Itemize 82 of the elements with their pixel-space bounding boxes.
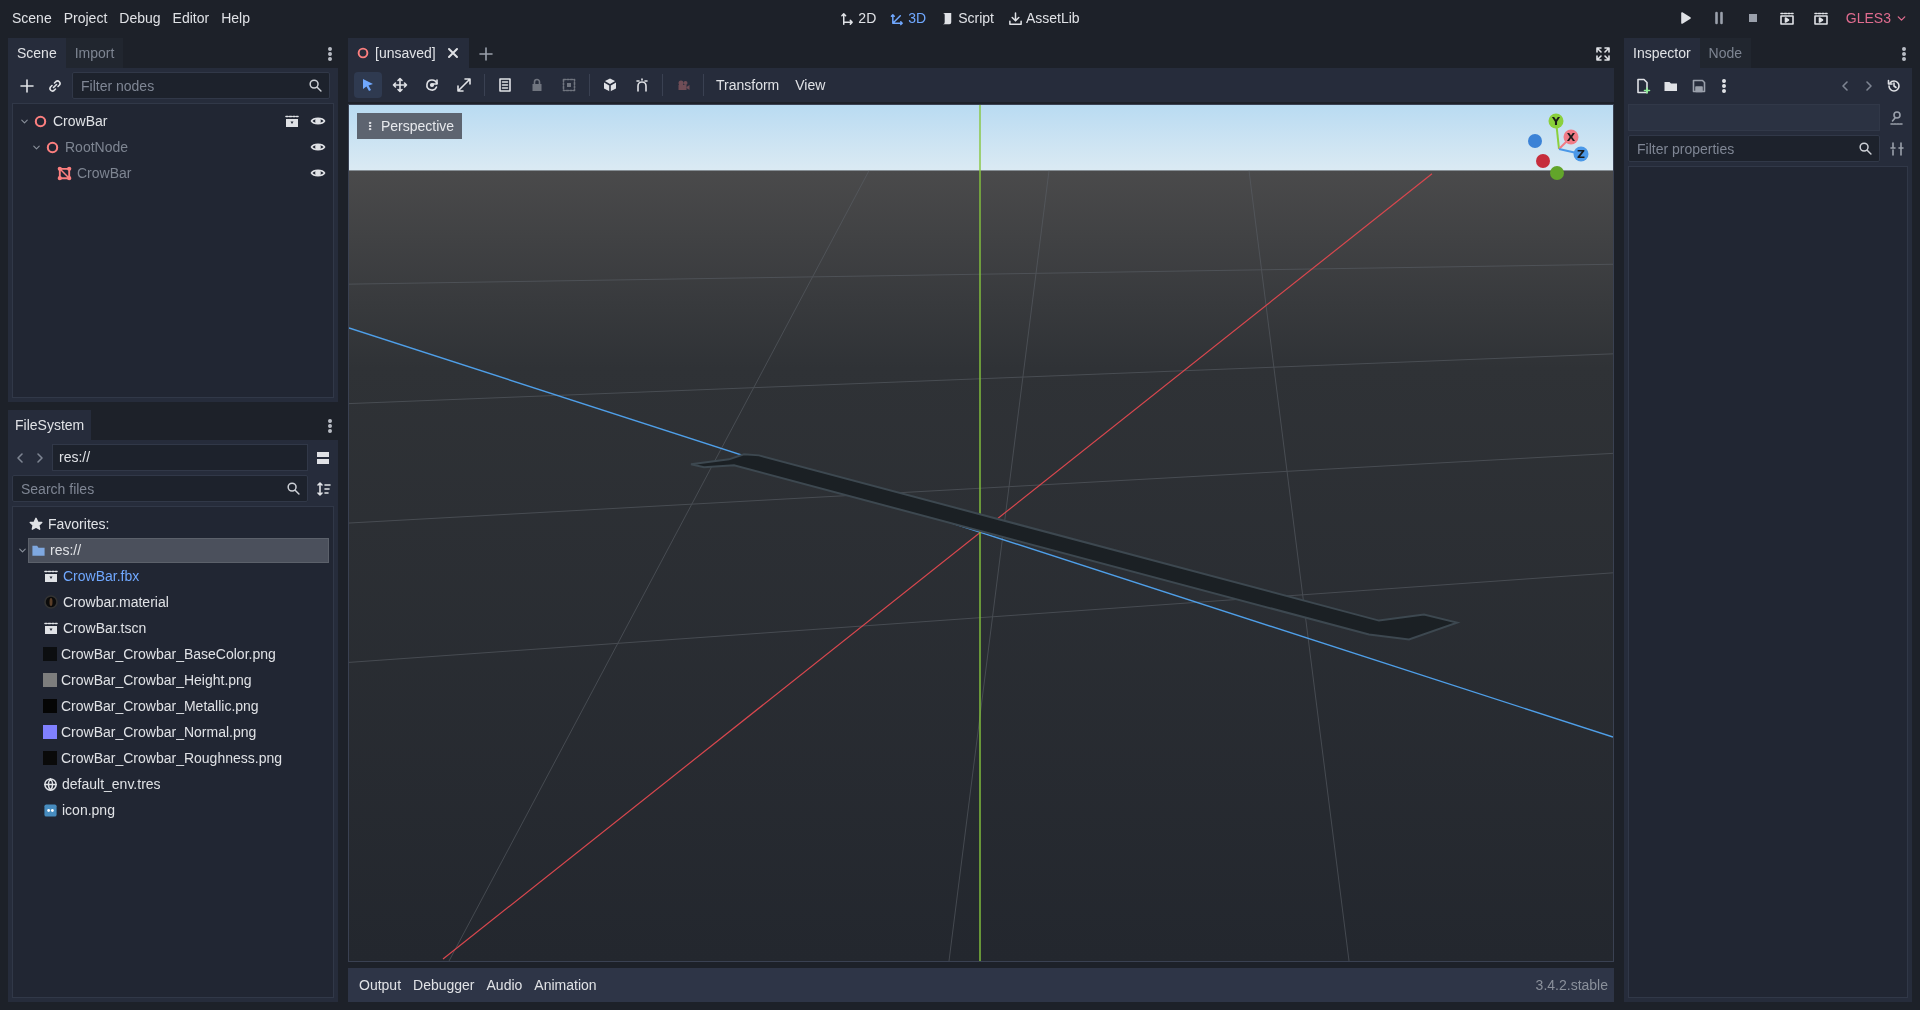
plus-icon	[19, 77, 35, 94]
star-icon	[29, 517, 43, 531]
menu-item[interactable]: Editor	[166, 4, 216, 32]
search-icon	[1858, 141, 1873, 156]
node-label[interactable]: RootNode	[65, 136, 129, 158]
axes-2d-icon	[840, 10, 856, 26]
file-item[interactable]: Crowbar.material	[63, 591, 169, 613]
bottom-tab[interactable]: Animation	[529, 972, 602, 998]
search-field[interactable]: Search files	[12, 475, 308, 502]
robot-icon	[43, 802, 58, 818]
cube-icon	[602, 77, 618, 93]
folder-item[interactable]: res://	[28, 537, 329, 563]
node-label[interactable]: CrowBar	[77, 162, 132, 184]
globe-icon	[43, 776, 58, 792]
workspace-tab[interactable]: 3D	[890, 4, 927, 32]
perspective-menu[interactable]: Perspective	[357, 113, 463, 139]
file-item[interactable]: CrowBar_Crowbar_Height.png	[61, 669, 252, 691]
renderer-dropdown[interactable]: GLES3	[1845, 7, 1908, 29]
clapper-icon	[43, 568, 59, 584]
workspace-tab[interactable]: AssetLib	[1007, 4, 1080, 32]
sort-icon	[316, 480, 332, 497]
sphere-icon	[43, 594, 59, 610]
history-icon	[1886, 78, 1902, 94]
clapperboard-icon	[1812, 10, 1829, 26]
node-icon	[45, 139, 60, 155]
workspace-tab[interactable]: Script	[940, 4, 994, 32]
dock-tab[interactable]: Inspector	[1624, 38, 1700, 68]
version-label: 3.4.2.stable	[1535, 975, 1608, 995]
file-item[interactable]: CrowBar_Crowbar_Normal.png	[61, 721, 257, 743]
menu-item[interactable]: Help	[215, 4, 256, 32]
list-icon	[497, 77, 513, 93]
toolbar-menu[interactable]: View	[787, 72, 834, 98]
file-item[interactable]: CrowBar_Crowbar_Metallic.png	[61, 695, 259, 717]
bottom-tab[interactable]: Debugger	[408, 972, 480, 998]
move-icon	[392, 77, 408, 93]
favorites-label[interactable]: Favorites:	[48, 513, 110, 535]
fullscreen-icon	[1595, 46, 1611, 62]
filter-field[interactable]: Filter nodes	[72, 72, 330, 99]
dock-tab[interactable]: Import	[65, 38, 124, 68]
save-icon	[1691, 78, 1707, 94]
scale-icon	[456, 77, 472, 93]
toolbar-menu[interactable]: Transform	[708, 72, 788, 98]
search-icon	[286, 481, 301, 496]
chain-link-icon	[47, 77, 63, 94]
file-item[interactable]: CrowBar_Crowbar_Roughness.png	[61, 747, 282, 769]
dock-tab[interactable]: Node	[1699, 38, 1752, 68]
group-icon	[561, 77, 577, 93]
clapperboard-icon	[1778, 10, 1795, 26]
bottom-tab[interactable]: Output	[354, 972, 407, 998]
magnifier-icon	[1889, 109, 1905, 126]
menu-item[interactable]: Project	[57, 4, 114, 32]
editor-tab[interactable]: [unsaved]	[348, 38, 469, 68]
path-field[interactable]: res://	[52, 444, 308, 471]
split-view-icon	[315, 449, 331, 466]
node-icon	[33, 113, 48, 129]
plus-icon	[477, 46, 494, 62]
file-item[interactable]: icon.png	[62, 799, 115, 821]
dock-tab[interactable]: FileSystem	[8, 410, 92, 440]
file-item[interactable]: default_env.tres	[62, 773, 161, 795]
node-label[interactable]: CrowBar	[53, 110, 108, 132]
new-file-icon	[1635, 78, 1651, 94]
menu-item[interactable]: Scene	[6, 4, 58, 32]
axis-gizmo[interactable]: Y X Z	[1521, 111, 1601, 191]
file-item[interactable]: CrowBar.fbx	[63, 565, 140, 587]
filter-field[interactable]: Filter properties	[1628, 135, 1880, 162]
workspace-tab[interactable]: 2D	[840, 4, 877, 32]
dock-tab[interactable]: Scene	[8, 38, 66, 68]
node-icon	[356, 46, 370, 60]
download-icon	[1007, 10, 1023, 26]
magnet-icon	[634, 77, 650, 93]
search-icon	[308, 78, 323, 93]
clapperboard-icon	[284, 113, 300, 129]
menu-item[interactable]: Debug	[113, 4, 167, 32]
file-item[interactable]: CrowBar.tscn	[63, 617, 147, 639]
tools-icon	[1889, 140, 1905, 157]
rotate-icon	[424, 77, 440, 93]
select-tool-button[interactable]	[354, 72, 382, 98]
file-item[interactable]: CrowBar_Crowbar_BaseColor.png	[61, 643, 276, 665]
mesh-node-icon	[57, 165, 72, 181]
bottom-tab[interactable]: Audio	[481, 972, 528, 998]
tab-title: [unsaved]	[375, 43, 436, 63]
clapper-icon	[43, 620, 59, 636]
